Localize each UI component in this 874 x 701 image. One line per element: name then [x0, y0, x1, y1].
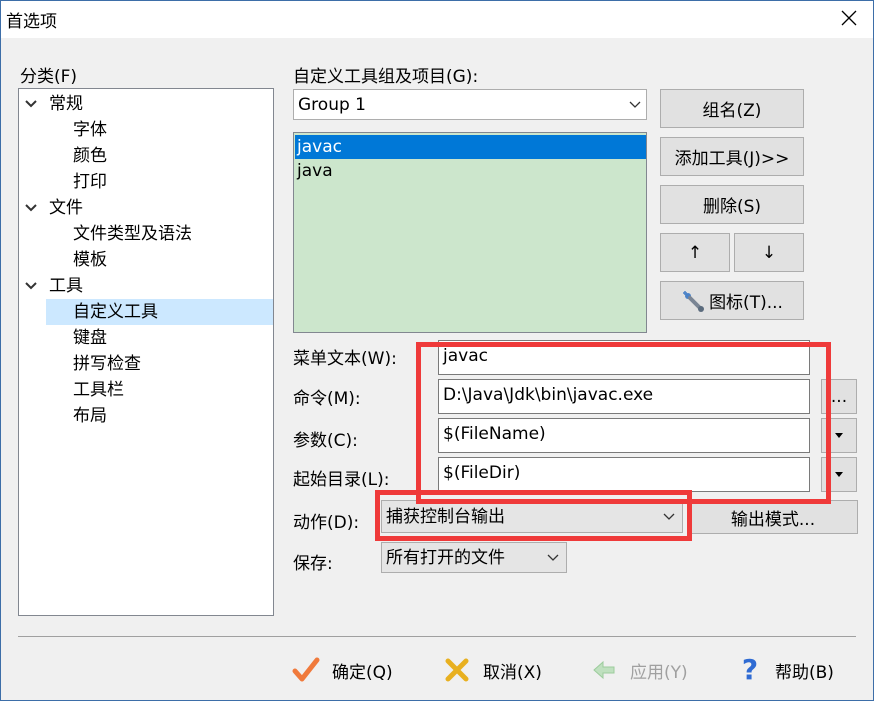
category-tree[interactable]: 常规 字体 颜色 打印 文件 文件类型及语法 模板 工具 自定义工具 键盘 拼写… — [18, 88, 274, 616]
save-label: 保存: — [293, 554, 333, 574]
chevron-down-icon — [629, 101, 641, 108]
expand-caret-icon[interactable] — [24, 202, 38, 214]
tree-item-font[interactable]: 字体 — [73, 117, 107, 143]
params-field[interactable]: $(FileName) — [438, 418, 810, 453]
close-icon — [841, 10, 857, 26]
icon-button-label: 图标(T)... — [709, 293, 783, 313]
add-tool-button[interactable]: 添加工具(J)>> — [660, 137, 804, 176]
ok-label: 确定(Q) — [332, 662, 393, 683]
start-dir-dropdown-button[interactable] — [821, 457, 857, 492]
tree-item-layout[interactable]: 布局 — [73, 403, 107, 429]
params-dropdown-button[interactable] — [821, 418, 857, 453]
chevron-down-icon — [547, 554, 559, 561]
apply-arrow-icon — [593, 660, 615, 680]
help-question-icon: ? — [742, 655, 758, 685]
params-value: $(FileName) — [443, 424, 546, 444]
list-item[interactable]: java — [295, 159, 646, 183]
command-field[interactable]: D:\Java\Jdk\bin\javac.exe — [438, 379, 810, 414]
title-bar — [0, 0, 874, 38]
tool-group-value: Group 1 — [298, 95, 366, 115]
tool-list[interactable]: javac java — [293, 132, 647, 333]
command-label: 命令(M): — [293, 389, 361, 409]
wrench-icon — [683, 290, 705, 312]
category-label: 分类(F) — [20, 67, 78, 87]
save-select[interactable]: 所有打开的文件 — [381, 542, 567, 573]
chevron-down-icon — [663, 513, 675, 520]
cancel-x-icon — [445, 658, 469, 682]
start-dir-label: 起始目录(L): — [293, 470, 390, 490]
action-select[interactable]: 捕获控制台输出 — [381, 500, 683, 533]
footer-divider — [18, 636, 856, 637]
tree-item-print[interactable]: 打印 — [73, 169, 107, 195]
menu-text-value: javac — [443, 346, 488, 366]
start-dir-field[interactable]: $(FileDir) — [438, 457, 810, 492]
dropdown-arrow-icon — [835, 472, 843, 477]
list-item[interactable]: javac — [295, 135, 646, 159]
output-mode-button[interactable]: 输出模式... — [688, 500, 858, 534]
action-value: 捕获控制台输出 — [386, 507, 505, 527]
action-label: 动作(D): — [293, 513, 360, 533]
tree-item-tools[interactable]: 工具 — [19, 273, 273, 299]
apply-label: 应用(Y) — [630, 662, 688, 683]
params-label: 参数(C): — [293, 431, 358, 451]
menu-text-field[interactable]: javac — [438, 340, 810, 375]
tool-group-select[interactable]: Group 1 — [293, 89, 647, 120]
tree-item-color[interactable]: 颜色 — [73, 143, 107, 169]
start-dir-value: $(FileDir) — [443, 463, 521, 483]
help-button[interactable]: ? 帮助(B) — [737, 652, 834, 688]
tree-item-custom-tools[interactable]: 自定义工具 — [46, 299, 273, 325]
tree-item-toolbar[interactable]: 工具栏 — [73, 377, 124, 403]
expand-caret-icon[interactable] — [24, 98, 38, 110]
tree-item-file-types[interactable]: 文件类型及语法 — [73, 221, 192, 247]
close-button[interactable] — [832, 2, 866, 34]
delete-button[interactable]: 删除(S) — [660, 185, 804, 224]
expand-caret-icon[interactable] — [24, 280, 38, 292]
tree-item-label: 常规 — [49, 94, 83, 114]
tree-item-label: 工具 — [49, 276, 83, 296]
move-up-button[interactable]: ↑ — [660, 233, 730, 272]
tree-item-keyboard[interactable]: 键盘 — [73, 325, 107, 351]
window-title: 首选项 — [6, 12, 57, 32]
group-name-button[interactable]: 组名(Z) — [660, 89, 804, 128]
command-value: D:\Java\Jdk\bin\javac.exe — [443, 385, 654, 405]
help-label: 帮助(B) — [775, 662, 834, 683]
icon-button[interactable]: 图标(T)... — [660, 281, 804, 320]
save-value: 所有打开的文件 — [386, 548, 505, 568]
move-down-button[interactable]: ↓ — [734, 233, 804, 272]
apply-button[interactable]: 应用(Y) — [590, 652, 688, 688]
cancel-button[interactable]: 取消(X) — [443, 652, 542, 688]
ok-button[interactable]: 确定(Q) — [292, 652, 393, 688]
tool-group-label: 自定义工具组及项目(G): — [293, 67, 479, 87]
tree-item-general[interactable]: 常规 — [19, 91, 273, 117]
checkmark-icon — [292, 657, 320, 682]
tree-item-templates[interactable]: 模板 — [73, 247, 107, 273]
tree-item-file[interactable]: 文件 — [19, 195, 273, 221]
menu-text-label: 菜单文本(W): — [293, 349, 397, 369]
cancel-label: 取消(X) — [483, 662, 542, 683]
tree-item-label: 文件 — [49, 198, 83, 218]
dropdown-arrow-icon — [835, 433, 843, 438]
browse-button[interactable]: ... — [821, 379, 857, 414]
tree-item-spell-check[interactable]: 拼写检查 — [73, 351, 141, 377]
svg-text:?: ? — [742, 655, 758, 685]
